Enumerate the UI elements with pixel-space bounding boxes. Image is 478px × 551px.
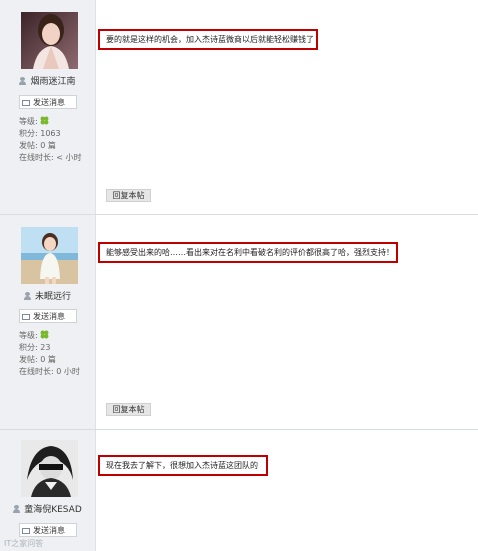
posts-label: 发帖: [19,141,38,150]
post-content-area [96,430,478,551]
user-stats: 等级: 积分: 23 发帖: 0 篇 在线时长: 0 小时 [19,330,80,378]
username[interactable]: 未眠远行 [0,289,95,302]
post-message: 要的就是这样的机会，加入杰诗蓝微商以后就能轻松赚钱了 [98,29,318,50]
author-sidebar: 烟雨迷江南 发送消息 等级: 积分: 1063 发帖: 0 篇 在线时长: < … [0,0,96,214]
post-2: 未眠远行 发送消息 等级: 积分: 23 发帖: 0 篇 在线时长: 0 小时 … [0,215,478,429]
send-message-label: 发送消息 [33,98,65,107]
post-message: 现在我去了解下，很想加入杰诗蓝这团队的 [98,455,268,476]
mail-icon [22,100,30,106]
avatar[interactable] [21,440,78,497]
level-label: 等级: [19,331,38,340]
user-stats: 等级: 积分: 1063 发帖: 0 篇 在线时长: < 小时 [19,116,82,164]
avatar[interactable] [21,12,78,69]
post-3: 童海倪KESAD 发送消息 现在我去了解下，很想加入杰诗蓝这团队的 [0,430,478,551]
person-icon [19,77,27,85]
online-label: 在线时长: [19,153,54,162]
online-value: < 小时 [56,153,82,162]
avatar[interactable] [21,227,78,284]
author-sidebar: 童海倪KESAD 发送消息 [0,430,96,551]
post-1: 烟雨迷江南 发送消息 等级: 积分: 1063 发帖: 0 篇 在线时长: < … [0,0,478,214]
posts-value: 0 篇 [40,141,56,150]
send-message-button[interactable]: 发送消息 [19,309,77,323]
author-sidebar: 未眠远行 发送消息 等级: 积分: 23 发帖: 0 篇 在线时长: 0 小时 [0,215,96,429]
points-value: 23 [40,343,51,352]
clover-icon [40,330,49,339]
posts-label: 发帖: [19,355,38,364]
send-message-button[interactable]: 发送消息 [19,95,77,109]
online-value: 0 小时 [56,367,80,376]
send-message-button[interactable]: 发送消息 [19,523,77,537]
mail-icon [22,528,30,534]
level-label: 等级: [19,117,38,126]
person-icon [13,505,21,513]
points-label: 积分: [19,343,38,352]
points-value: 1063 [40,129,61,138]
watermark: IT之家问答 [4,539,44,548]
post-message: 能够感受出来的哈……看出来对在名利中看破名利的评价都很高了哈，强烈支持！ [98,242,398,263]
mail-icon [22,314,30,320]
online-label: 在线时长: [19,367,54,376]
send-message-label: 发送消息 [33,312,65,321]
username[interactable]: 烟雨迷江南 [0,74,95,87]
username[interactable]: 童海倪KESAD [0,502,95,515]
send-message-label: 发送消息 [33,526,65,535]
person-icon [23,292,31,300]
reply-button[interactable]: 回复本帖 [106,403,151,416]
points-label: 积分: [19,129,38,138]
username-text[interactable]: 烟雨迷江南 [30,77,75,87]
clover-icon [40,116,49,125]
reply-button[interactable]: 回复本帖 [106,189,151,202]
username-text[interactable]: 童海倪KESAD [24,505,82,515]
posts-value: 0 篇 [40,355,56,364]
username-text[interactable]: 未眠远行 [35,292,71,302]
